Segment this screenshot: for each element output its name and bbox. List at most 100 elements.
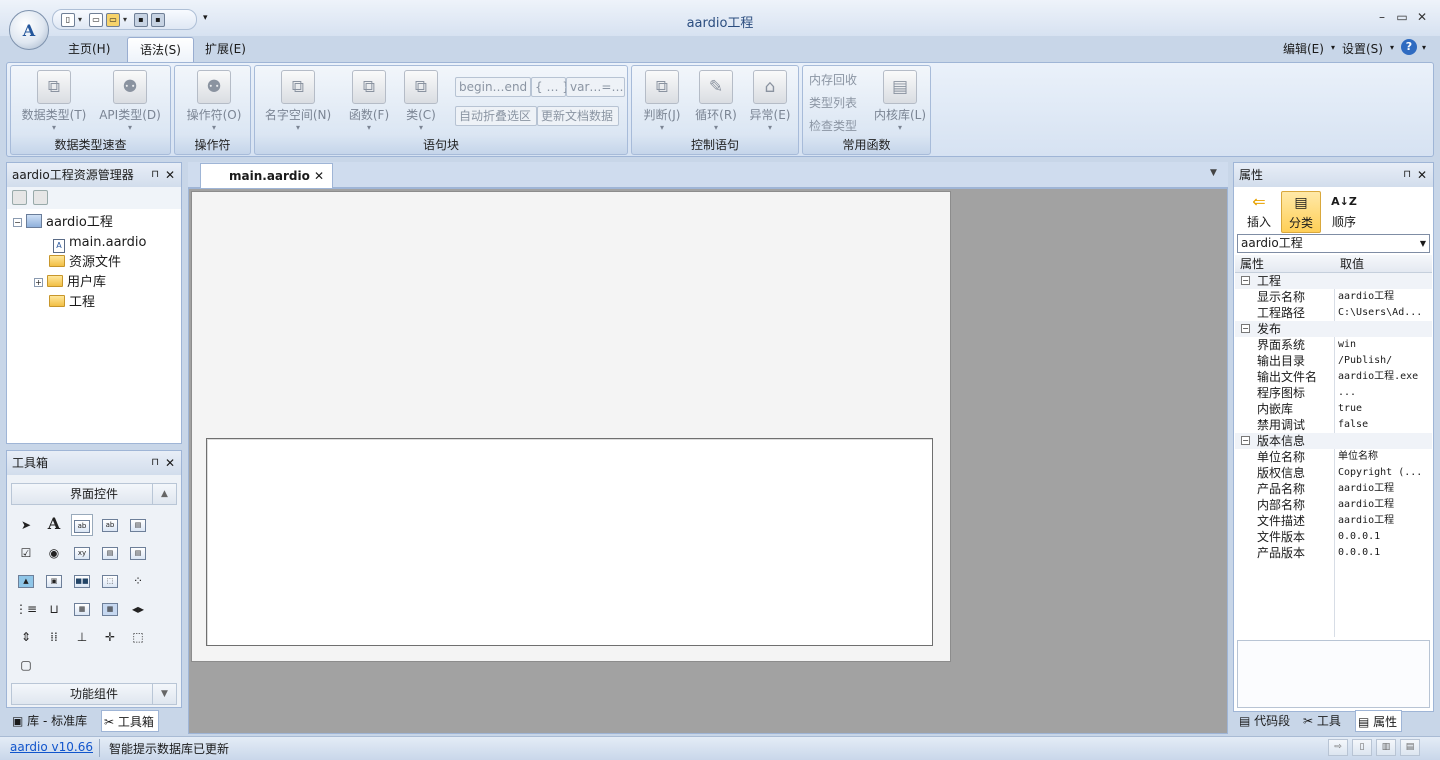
object-selector[interactable]: aardio工程 ▼ <box>1237 234 1430 253</box>
prop-row[interactable]: 输出文件名 aardio工程.exe <box>1235 369 1432 385</box>
prop-value[interactable]: win <box>1338 337 1430 353</box>
datatype-button[interactable]: ⧉ 数据类型(T) ▾ <box>19 70 89 133</box>
prop-row[interactable]: 内部名称 aardio工程 <box>1235 497 1432 513</box>
section-ui-controls[interactable]: 界面控件 ▲ <box>11 483 177 505</box>
custom-tool-icon[interactable]: ⬚ <box>127 626 149 648</box>
prop-row[interactable]: 版权信息 Copyright (... <box>1235 465 1432 481</box>
prop-row[interactable]: 文件描述 aardio工程 <box>1235 513 1432 529</box>
prop-row[interactable]: 界面系统 win <box>1235 337 1432 353</box>
tab-syntax[interactable]: 语法(S) <box>127 37 194 62</box>
prop-value[interactable]: 0.0.0.1 <box>1338 545 1430 561</box>
static-text-tool-icon[interactable]: A <box>43 514 65 536</box>
progress-tool-icon[interactable]: ■■ <box>71 570 93 592</box>
update-docs-button[interactable]: 更新文档数据 <box>537 106 619 126</box>
grid-tool-icon[interactable]: ⁘ <box>127 570 149 592</box>
category-project[interactable]: − 工程 <box>1235 273 1432 289</box>
prop-value[interactable]: 0.0.0.1 <box>1338 529 1430 545</box>
version-link[interactable]: aardio v10.66 <box>10 740 93 754</box>
app-menu-button[interactable]: A <box>9 10 49 50</box>
prop-value[interactable]: aardio工程.exe <box>1338 369 1430 385</box>
trackbar-tool-icon[interactable]: ⊥ <box>71 626 93 648</box>
namespace-button[interactable]: ⧉ 名字空间(N) ▾ <box>261 70 335 133</box>
tab-home[interactable]: 主页(H) <box>56 37 122 62</box>
prop-row[interactable]: 单位名称 单位名称 <box>1235 449 1432 465</box>
checkbox-tool-icon[interactable]: ☑ <box>15 542 37 564</box>
tab-tool-icon[interactable]: ⊔ <box>43 598 65 620</box>
close-button[interactable]: ✕ <box>1412 10 1432 26</box>
chevron-down-icon[interactable]: ▾ <box>1422 43 1426 52</box>
form-child-control[interactable] <box>206 438 933 646</box>
pointer-tool-icon[interactable]: ➤ <box>15 514 37 536</box>
picture-tool-icon[interactable]: ▲ <box>15 570 37 592</box>
auto-fold-button[interactable]: 自动折叠选区 <box>455 106 537 126</box>
prop-row[interactable]: 产品名称 aardio工程 <box>1235 481 1432 497</box>
prop-row[interactable]: 程序图标... <box>1235 385 1432 401</box>
api-type-button[interactable]: ⚉ API类型(D) ▾ <box>95 70 165 133</box>
prop-value[interactable]: Copyright (... <box>1338 465 1430 481</box>
kernel-lib-button[interactable]: ▤ 内核库(L) ▾ <box>871 70 929 133</box>
tab-list-chevron-icon[interactable]: ▼ <box>1210 168 1217 178</box>
insert-button[interactable]: ⇐ 插入 <box>1239 191 1279 233</box>
listbox-tool-icon[interactable]: ▤ <box>127 514 149 536</box>
pin-icon[interactable]: ⊓ <box>1403 163 1411 187</box>
collapse-icon[interactable]: − <box>1241 324 1250 333</box>
settings-menu[interactable]: 设置(S) <box>1342 40 1383 57</box>
list-icon[interactable]: ▤ <box>1400 739 1420 756</box>
prop-value[interactable]: 单位名称 <box>1338 449 1430 465</box>
type-list-link[interactable]: 类型列表 <box>809 94 857 111</box>
close-icon[interactable]: ✕ <box>165 163 175 187</box>
prop-value[interactable]: ... <box>1338 385 1430 401</box>
save-icon[interactable] <box>33 190 48 205</box>
close-icon[interactable]: ✕ <box>314 164 324 188</box>
pin-icon[interactable]: ⊓ <box>151 451 159 475</box>
calendar-tool-icon[interactable]: ▦ <box>71 598 93 620</box>
tree-item-resources[interactable]: 资源文件 <box>49 253 121 273</box>
tree-item-project[interactable]: 工程 <box>49 293 95 313</box>
pin-icon[interactable]: ⊓ <box>151 163 159 187</box>
check-type-link[interactable]: 检查类型 <box>809 117 857 134</box>
close-icon[interactable]: ✕ <box>1417 163 1427 187</box>
prop-value[interactable]: false <box>1338 417 1430 433</box>
prop-row[interactable]: 显示名称 aardio工程 <box>1235 289 1432 305</box>
var-assign-button[interactable]: var…=… <box>566 77 625 97</box>
category-version[interactable]: − 版本信息 <box>1235 433 1432 449</box>
prop-value[interactable]: C:\Users\Ad... <box>1338 305 1430 321</box>
combobox-tool-icon[interactable]: ▤ <box>99 542 121 564</box>
function-button[interactable]: ⧉ 函数(F) ▾ <box>343 70 395 133</box>
sort-button[interactable]: A↓Z 顺序 <box>1324 191 1364 233</box>
prop-row[interactable]: 禁用调试 false <box>1235 417 1432 433</box>
arrow-right-icon[interactable]: ⇨ <box>1328 739 1348 756</box>
splitter-tool-icon[interactable]: ✛ <box>99 626 121 648</box>
close-icon[interactable]: ✕ <box>165 451 175 475</box>
prop-value[interactable]: aardio工程 <box>1338 513 1430 529</box>
prop-row[interactable]: 内嵌库 true <box>1235 401 1432 417</box>
tree-item-userlib[interactable]: + 用户库 <box>34 273 106 293</box>
help-icon[interactable]: ? <box>1401 39 1417 55</box>
frame-tool-icon[interactable]: ⬚ <box>99 570 121 592</box>
prop-row[interactable]: 文件版本 0.0.0.1 <box>1235 529 1432 545</box>
tab-std-library[interactable]: ▣ 库 - 标准库 <box>10 710 91 732</box>
tab-snippets[interactable]: ▤ 代码段 <box>1237 710 1294 732</box>
if-button[interactable]: ⧉ 判断(J) ▾ <box>636 70 688 133</box>
category-button[interactable]: ▤ 分类 <box>1281 191 1321 233</box>
tab-extend[interactable]: 扩展(E) <box>193 37 258 62</box>
minimize-button[interactable]: – <box>1372 10 1392 26</box>
prop-row[interactable]: 工程路径 C:\Users\Ad... <box>1235 305 1432 321</box>
prop-value[interactable]: /Publish/ <box>1338 353 1430 369</box>
updown-tool-icon[interactable]: ⇕ <box>15 626 37 648</box>
loop-button[interactable]: ✎ 循环(R) ▾ <box>690 70 742 133</box>
prop-value[interactable]: aardio工程 <box>1338 289 1430 305</box>
datetime-tool-icon[interactable]: ▦ <box>99 598 121 620</box>
section-components[interactable]: 功能组件 ▼ <box>11 683 177 705</box>
tab-tools[interactable]: ✂ 工具 <box>1301 710 1345 732</box>
prop-row[interactable]: 产品版本 0.0.0.1 <box>1235 545 1432 561</box>
collapse-icon[interactable]: − <box>1241 436 1250 445</box>
prop-value[interactable]: true <box>1338 401 1430 417</box>
listview-tool-icon[interactable]: ▤ <box>127 542 149 564</box>
radio-tool-icon[interactable]: ◉ <box>43 542 65 564</box>
gc-link[interactable]: 内存回收 <box>809 71 857 88</box>
expand-icon[interactable]: + <box>34 278 43 287</box>
collapse-icon[interactable]: − <box>1241 276 1250 285</box>
spin-tool-icon[interactable]: ◂▸ <box>127 598 149 620</box>
tab-toolbox[interactable]: ✂ 工具箱 <box>101 710 159 732</box>
